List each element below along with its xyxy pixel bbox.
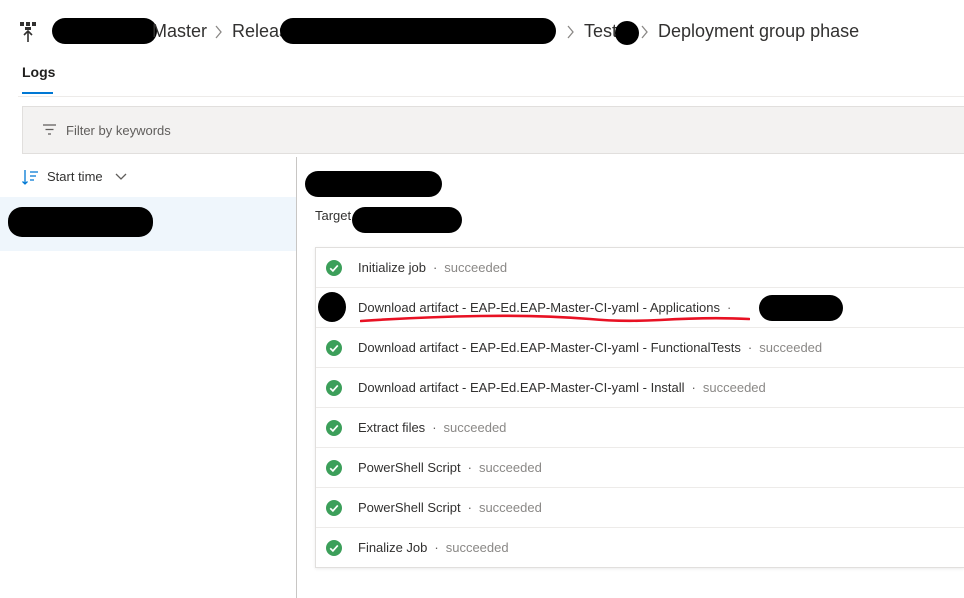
step-name: Extract files <box>358 420 426 435</box>
breadcrumb-item-current: Deployment group phase <box>658 21 860 41</box>
breadcrumb-item-test[interactable]: Test <box>584 21 617 42</box>
check-circle-icon <box>326 260 342 276</box>
redacted-step-status <box>759 295 843 321</box>
step-name: PowerShell Script <box>358 460 461 475</box>
step-row[interactable]: Download artifact - EAP-Ed.EAP-Master-CI… <box>316 368 964 408</box>
filter-icon <box>43 124 56 135</box>
separator-dot: · <box>432 260 438 275</box>
step-name: Finalize Job <box>358 540 428 555</box>
step-name: Download artifact - EAP-Ed.EAP-Master-CI… <box>358 340 741 355</box>
step-row[interactable]: PowerShell Script · succeeded <box>316 488 964 528</box>
tab-active-indicator <box>22 92 53 94</box>
target-label: Target <box>315 208 352 223</box>
red-annotation-underline <box>360 314 750 323</box>
separator-dot: · <box>691 380 696 395</box>
step-row[interactable]: Extract files · succeeded <box>316 408 964 448</box>
check-circle-icon <box>326 460 342 476</box>
check-circle-icon <box>326 500 342 516</box>
step-name: PowerShell Script <box>358 500 461 515</box>
redacted-target-name <box>352 207 462 233</box>
step-status: succeeded <box>444 260 508 275</box>
tab-logs[interactable]: Logs <box>22 64 55 80</box>
separator-dot: · <box>467 460 472 475</box>
log-detail-pane: Target Initialize job · succeeded Download… <box>298 157 964 598</box>
step-name: Download artifact - EAP-Ed.EAP-Master-CI… <box>358 380 685 395</box>
breadcrumb-item-master[interactable]: Master <box>152 21 207 42</box>
chevron-down-icon <box>115 173 127 180</box>
redacted-agent-name <box>8 207 153 237</box>
chevron-right-icon <box>641 25 648 39</box>
separator-dot: · <box>726 300 732 315</box>
step-status: succeeded <box>478 460 542 475</box>
check-circle-icon <box>326 540 342 556</box>
redacted-breadcrumb-stage <box>615 21 639 45</box>
release-pipeline-icon <box>20 22 36 42</box>
sort-icon <box>22 170 38 185</box>
step-status: succeeded <box>759 340 823 355</box>
separator-dot: · <box>467 500 472 515</box>
step-status: succeeded <box>443 420 507 435</box>
step-status: succeeded <box>702 380 766 395</box>
filter-bar[interactable]: Filter by keywords <box>22 106 964 154</box>
step-name: Initialize job <box>358 260 426 275</box>
separator-dot: · <box>747 340 753 355</box>
step-status: succeeded <box>478 500 542 515</box>
check-circle-icon <box>326 420 342 436</box>
tab-divider <box>18 96 964 97</box>
chevron-right-icon <box>215 25 222 39</box>
step-list: Initialize job · succeeded Download artifa… <box>315 247 964 568</box>
check-circle-icon <box>326 380 342 396</box>
step-row[interactable]: Initialize job · succeeded <box>316 248 964 288</box>
redacted-job-title <box>305 171 442 197</box>
step-row[interactable]: Finalize Job · succeeded <box>316 528 964 567</box>
chevron-right-icon <box>567 25 574 39</box>
filter-input[interactable]: Filter by keywords <box>66 123 171 138</box>
separator-dot: · <box>434 540 439 555</box>
sort-button[interactable]: Start time <box>22 167 142 187</box>
step-row[interactable]: PowerShell Script · succeeded <box>316 448 964 488</box>
breadcrumb: Master Release Test Deployment group pha… <box>18 18 958 46</box>
separator-dot: · <box>432 420 437 435</box>
step-status: succeeded <box>445 540 509 555</box>
check-circle-icon <box>326 340 342 356</box>
step-row[interactable]: Download artifact - EAP-Ed.EAP-Master-CI… <box>316 288 964 328</box>
redacted-breadcrumb-project <box>52 18 157 44</box>
agent-list-item[interactable]: Succeeded <box>0 197 296 251</box>
step-row[interactable]: Download artifact - EAP-Ed.EAP-Master-CI… <box>316 328 964 368</box>
redacted-breadcrumb-release-name <box>280 18 556 44</box>
step-name: Download artifact - EAP-Ed.EAP-Master-CI… <box>358 300 720 315</box>
sort-label: Start time <box>47 169 103 184</box>
agent-list-pane: Start time Succeeded <box>0 157 297 598</box>
redacted-step-icon <box>318 292 346 322</box>
